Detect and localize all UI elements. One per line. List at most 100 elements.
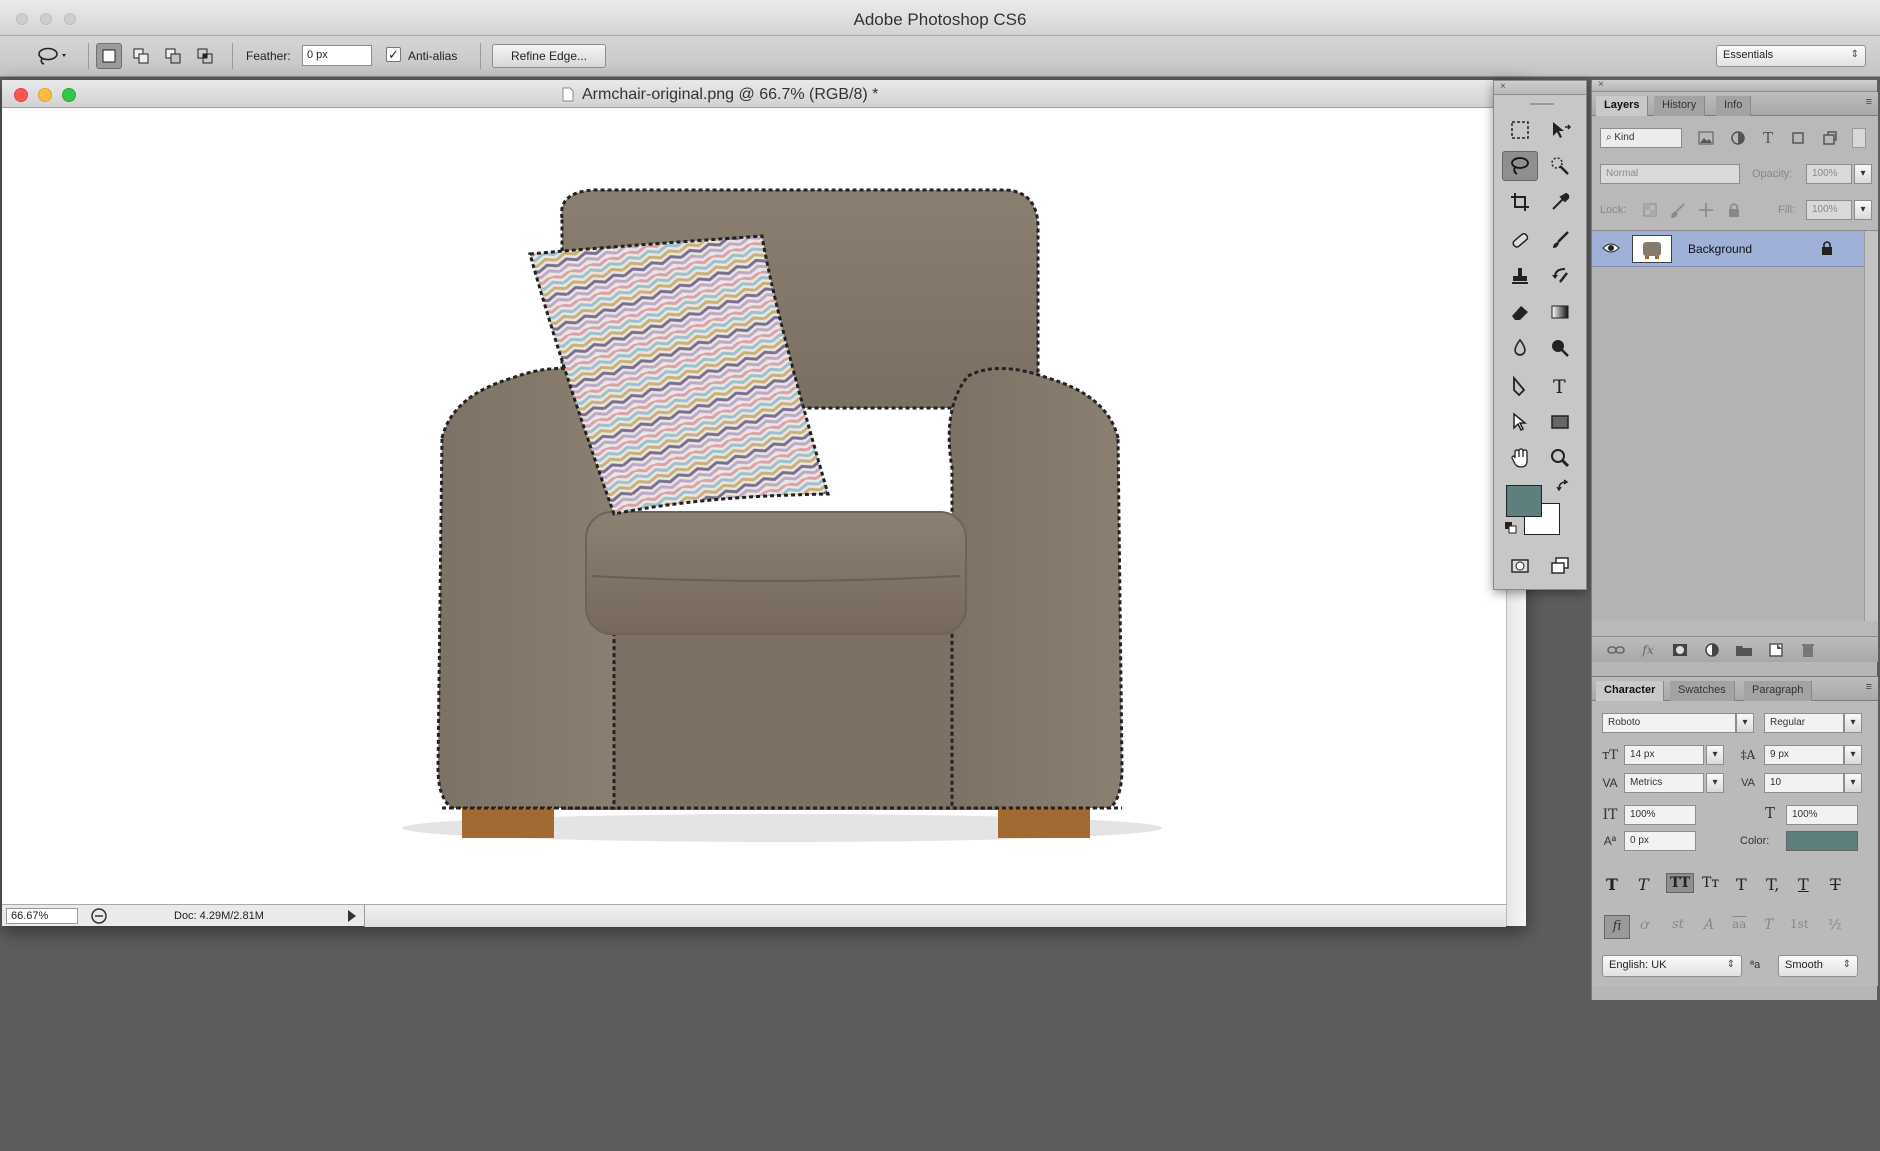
minimize-document-button[interactable] [38, 88, 52, 102]
close-panel-icon[interactable]: × [1500, 81, 1506, 92]
opacity-dropdown-button[interactable]: ▾ [1854, 164, 1872, 184]
tab-history[interactable]: History [1654, 96, 1706, 116]
tab-info[interactable]: Info [1716, 96, 1752, 116]
dock-header[interactable]: × [1592, 79, 1877, 92]
clone-stamp-tool[interactable] [1502, 261, 1538, 291]
stylistic-alternates-button[interactable]: A [1704, 917, 1714, 933]
font-family-dropdown-button[interactable]: ▾ [1736, 713, 1754, 733]
filter-toggle-switch[interactable] [1852, 128, 1866, 148]
zoom-level-field[interactable]: 66.67% [6, 908, 78, 924]
small-caps-button[interactable]: Tт [1702, 875, 1719, 891]
blur-tool[interactable] [1502, 333, 1538, 363]
new-selection-button[interactable] [96, 43, 122, 69]
tool-preset-picker[interactable] [28, 43, 78, 69]
lock-pixels-icon[interactable] [1668, 200, 1688, 220]
new-adjustment-icon[interactable] [1702, 640, 1722, 660]
dodge-tool[interactable] [1542, 333, 1578, 363]
gradient-tool[interactable] [1542, 297, 1578, 327]
fx-icon[interactable]: fx [1638, 640, 1658, 660]
link-layers-icon[interactable] [1606, 640, 1626, 660]
trash-icon[interactable] [1798, 640, 1818, 660]
quick-mask-button[interactable] [1502, 551, 1538, 581]
canvas-area[interactable] [2, 108, 1506, 904]
font-size-dropdown-button[interactable]: ▾ [1706, 745, 1724, 765]
blend-mode-dropdown[interactable]: Normal [1600, 164, 1740, 184]
intersect-selection-button[interactable] [192, 43, 218, 69]
foreground-color-swatch[interactable] [1506, 485, 1542, 517]
add-to-selection-button[interactable] [128, 43, 154, 69]
new-layer-icon[interactable] [1766, 640, 1786, 660]
horizontal-scrollbar[interactable] [364, 905, 1506, 927]
close-document-button[interactable] [14, 88, 28, 102]
zoom-tool[interactable] [1542, 443, 1578, 473]
fill-dropdown-button[interactable]: ▾ [1854, 200, 1872, 220]
font-style-dropdown[interactable]: Regular [1764, 713, 1844, 733]
default-colors-icon[interactable] [1504, 521, 1518, 540]
refine-edge-button[interactable]: Refine Edge... [492, 44, 606, 68]
kerning-dropdown-button[interactable]: ▾ [1706, 773, 1724, 793]
kerning-dropdown[interactable]: Metrics [1624, 773, 1704, 793]
fractions-button[interactable]: ½ [1828, 917, 1842, 933]
screen-mode-button[interactable] [1542, 551, 1578, 581]
shape-filter-icon[interactable] [1788, 128, 1808, 148]
adjustment-filter-icon[interactable] [1728, 128, 1748, 148]
history-brush-tool[interactable] [1542, 261, 1578, 291]
rectangle-tool[interactable] [1542, 407, 1578, 437]
opacity-input[interactable]: 100% [1806, 164, 1852, 184]
direct-selection-tool[interactable] [1502, 407, 1538, 437]
strikethrough-button[interactable]: T [1830, 875, 1841, 894]
eyedropper-tool[interactable] [1542, 187, 1578, 217]
zoom-document-button[interactable] [62, 88, 76, 102]
all-caps-button[interactable]: TT [1666, 873, 1695, 893]
quick-selection-tool[interactable] [1542, 151, 1578, 181]
fill-input[interactable]: 100% [1806, 200, 1852, 220]
status-menu-arrow-icon[interactable] [346, 909, 358, 926]
old-style-button[interactable]: ơ [1640, 917, 1648, 933]
antialias-checkbox[interactable]: ✓ [386, 47, 401, 62]
leading-input[interactable]: 9 px [1764, 745, 1844, 765]
lock-all-icon[interactable] [1724, 200, 1744, 220]
tab-paragraph[interactable]: Paragraph [1744, 681, 1813, 701]
marquee-tool[interactable] [1502, 115, 1538, 145]
font-size-input[interactable]: 14 px [1624, 745, 1704, 765]
faux-italic-button[interactable]: T [1638, 875, 1649, 894]
tab-character[interactable]: Character [1596, 681, 1665, 701]
titling-alternates-button[interactable]: aa [1732, 917, 1746, 931]
hand-tool[interactable] [1502, 443, 1538, 473]
feather-input[interactable]: 0 px [302, 45, 372, 66]
faux-bold-button[interactable]: T [1606, 875, 1618, 894]
tracking-dropdown-button[interactable]: ▾ [1844, 773, 1862, 793]
font-family-dropdown[interactable]: Roboto [1602, 713, 1736, 733]
workspace-dropdown[interactable]: Essentials [1716, 45, 1866, 67]
layer-row-background[interactable]: Background [1592, 231, 1864, 267]
layer-list-scrollbar[interactable] [1864, 231, 1878, 621]
status-info-icon[interactable] [90, 907, 108, 928]
layer-kind-filter[interactable]: ⌕ Kind [1600, 128, 1682, 148]
antialiasing-dropdown[interactable]: Smooth [1778, 955, 1858, 977]
subscript-button[interactable]: T, [1766, 875, 1779, 894]
ornaments-button[interactable]: T [1764, 917, 1773, 933]
vertical-scale-input[interactable]: 100% [1624, 805, 1696, 825]
tab-swatches[interactable]: Swatches [1670, 681, 1735, 701]
grip-icon[interactable] [1530, 103, 1554, 105]
subtract-from-selection-button[interactable] [160, 43, 186, 69]
ordinals-button[interactable]: 1st [1790, 917, 1809, 931]
path-selection-tool[interactable] [1502, 371, 1538, 401]
text-color-swatch[interactable] [1786, 831, 1858, 851]
baseline-shift-input[interactable]: 0 px [1624, 831, 1696, 851]
font-style-dropdown-button[interactable]: ▾ [1844, 713, 1862, 733]
lasso-tool[interactable] [1502, 151, 1538, 181]
eraser-tool[interactable] [1502, 297, 1538, 327]
new-group-icon[interactable] [1734, 640, 1754, 660]
move-tool[interactable] [1542, 115, 1578, 145]
underline-button[interactable]: T [1798, 875, 1809, 894]
crop-tool[interactable] [1502, 187, 1538, 217]
ligatures-button[interactable]: fi [1604, 915, 1630, 939]
close-panel-icon[interactable]: × [1598, 79, 1604, 90]
type-tool[interactable]: T [1542, 371, 1578, 401]
smart-object-filter-icon[interactable] [1820, 128, 1840, 148]
tracking-input[interactable]: 10 [1764, 773, 1844, 793]
lock-position-icon[interactable] [1696, 200, 1716, 220]
language-dropdown[interactable]: English: UK [1602, 955, 1742, 977]
horizontal-scale-input[interactable]: 100% [1786, 805, 1858, 825]
